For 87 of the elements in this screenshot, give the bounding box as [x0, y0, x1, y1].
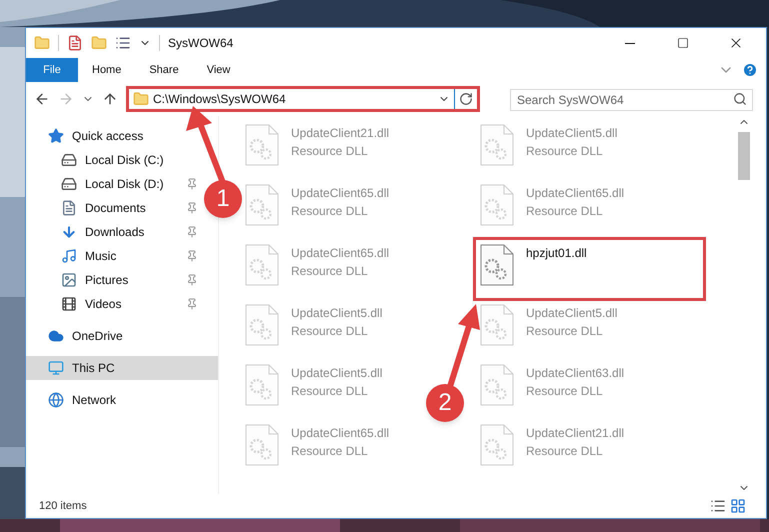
- file-type: Resource DLL: [291, 323, 369, 340]
- folder-icon: [133, 91, 149, 107]
- dll-file-icon: [480, 304, 514, 346]
- ribbon-tab[interactable]: Home: [78, 58, 136, 82]
- file-name: UpdateClient5.dll: [526, 305, 618, 322]
- item-count: 120 items: [39, 498, 88, 514]
- drive-icon: [61, 152, 77, 168]
- search-icon: [733, 92, 747, 106]
- file-name: hpzjut01.dll: [526, 245, 587, 262]
- star-icon: [48, 128, 64, 144]
- refresh-icon[interactable]: [459, 92, 473, 106]
- nav-item[interactable]: Local Disk (D:): [26, 172, 200, 196]
- pin-icon[interactable]: [186, 298, 198, 310]
- drive-icon: [61, 176, 77, 192]
- dll-file-icon: [480, 424, 514, 466]
- pin-icon[interactable]: [186, 202, 198, 214]
- step-number-badge: 2: [426, 384, 464, 422]
- file-type: Resource DLL: [291, 383, 369, 400]
- dll-file-icon: [480, 364, 514, 406]
- window-title: SysWOW64: [168, 35, 234, 52]
- nav-item[interactable]: Videos: [26, 292, 200, 316]
- help-icon[interactable]: [742, 62, 758, 78]
- file-name: UpdateClient65.dll: [291, 245, 390, 262]
- back-icon[interactable]: [34, 91, 50, 107]
- picture-icon: [61, 272, 77, 288]
- details-view-icon[interactable]: [710, 498, 726, 514]
- ribbon-tab[interactable]: View: [192, 58, 244, 82]
- nav-item[interactable]: OneDrive: [26, 324, 131, 348]
- file-name: UpdateClient65.dll: [526, 185, 624, 202]
- ribbon-tab[interactable]: File: [26, 58, 78, 82]
- dll-file-icon: [245, 184, 279, 226]
- file-type: Resource DLL: [291, 263, 369, 280]
- view-options-icon[interactable]: [115, 35, 131, 51]
- file-type: Resource DLL: [526, 323, 604, 340]
- search-field[interactable]: Search SysWOW64: [510, 89, 753, 111]
- pin-icon[interactable]: [186, 250, 198, 262]
- nav-item[interactable]: Network: [26, 388, 124, 412]
- dll-file-icon: [245, 244, 279, 286]
- large-icons-view-icon[interactable]: [730, 498, 746, 514]
- file-name: UpdateClient21.dll: [526, 425, 624, 442]
- file-name: UpdateClient5.dll: [291, 365, 382, 382]
- dll-file-icon: [245, 424, 279, 466]
- film-icon: [61, 296, 77, 312]
- nav-item[interactable]: This PC: [26, 356, 218, 380]
- monitor-icon: [48, 360, 64, 376]
- cloud-icon: [48, 328, 64, 344]
- dll-file-icon: [245, 364, 279, 406]
- document-icon: [61, 200, 77, 216]
- globe-icon: [48, 392, 64, 408]
- dll-file-icon: [245, 304, 279, 346]
- file-type: Resource DLL: [291, 143, 369, 160]
- address-bar[interactable]: C:\Windows\SysWOW64: [126, 86, 480, 112]
- maximize-icon: [676, 37, 688, 49]
- pin-icon[interactable]: [186, 274, 198, 286]
- nav-item[interactable]: Music: [26, 244, 200, 268]
- ribbon-tab[interactable]: Share: [135, 58, 193, 82]
- file-type: Resource DLL: [291, 203, 369, 220]
- file-type: Resource DLL: [526, 203, 604, 220]
- scrollbar-thumb[interactable]: [738, 132, 750, 180]
- dll-file-icon: [480, 184, 514, 226]
- file-type: Resource DLL: [291, 443, 369, 460]
- file-type: Resource DLL: [526, 383, 604, 400]
- address-path: C:\Windows\SysWOW64: [153, 91, 287, 108]
- file-type: Resource DLL: [526, 143, 604, 160]
- pin-icon[interactable]: [186, 226, 198, 238]
- file-type: Resource DLL: [526, 443, 604, 460]
- nav-item[interactable]: Documents: [26, 196, 200, 220]
- file-name: UpdateClient5.dll: [291, 305, 382, 322]
- file-name: UpdateClient21.dll: [291, 125, 390, 142]
- pin-icon[interactable]: [186, 178, 198, 190]
- nav-item[interactable]: Pictures: [26, 268, 200, 292]
- up-icon[interactable]: [102, 91, 118, 107]
- file-name: UpdateClient65.dll: [291, 425, 390, 442]
- download-icon: [61, 224, 77, 240]
- nav-item[interactable]: Local Disk (C:): [26, 148, 200, 172]
- dll-file-icon: [480, 244, 514, 286]
- nav-item[interactable]: Downloads: [26, 220, 200, 244]
- step-number-badge: 1: [204, 180, 242, 218]
- minimize-icon: [624, 42, 634, 44]
- properties-icon[interactable]: [67, 35, 83, 51]
- dll-file-icon: [245, 124, 279, 166]
- nav-item[interactable]: Quick access: [26, 124, 152, 148]
- file-name: UpdateClient65.dll: [291, 185, 390, 202]
- file-name: UpdateClient5.dll: [526, 125, 618, 142]
- music-note-icon: [61, 248, 77, 264]
- dll-file-icon: [480, 124, 514, 166]
- file-name: UpdateClient63.dll: [526, 365, 624, 382]
